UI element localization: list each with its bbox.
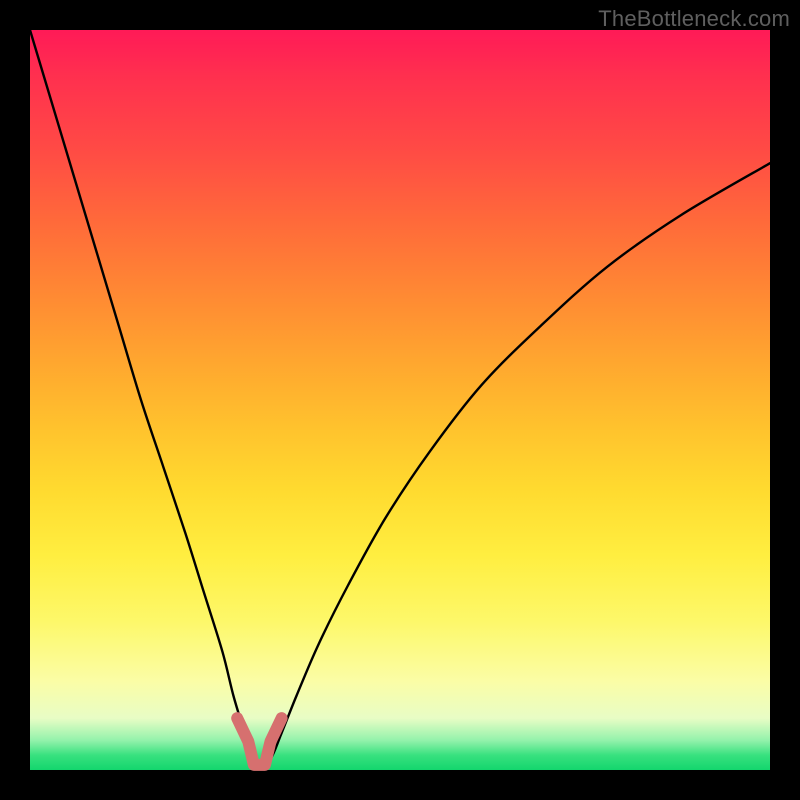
optimal-valley-marker: [237, 718, 281, 765]
watermark-text: TheBottleneck.com: [598, 6, 790, 32]
chart-frame: TheBottleneck.com: [0, 0, 800, 800]
bottleneck-curve: [30, 30, 770, 765]
plot-area: [30, 30, 770, 770]
curve-layer: [30, 30, 770, 770]
